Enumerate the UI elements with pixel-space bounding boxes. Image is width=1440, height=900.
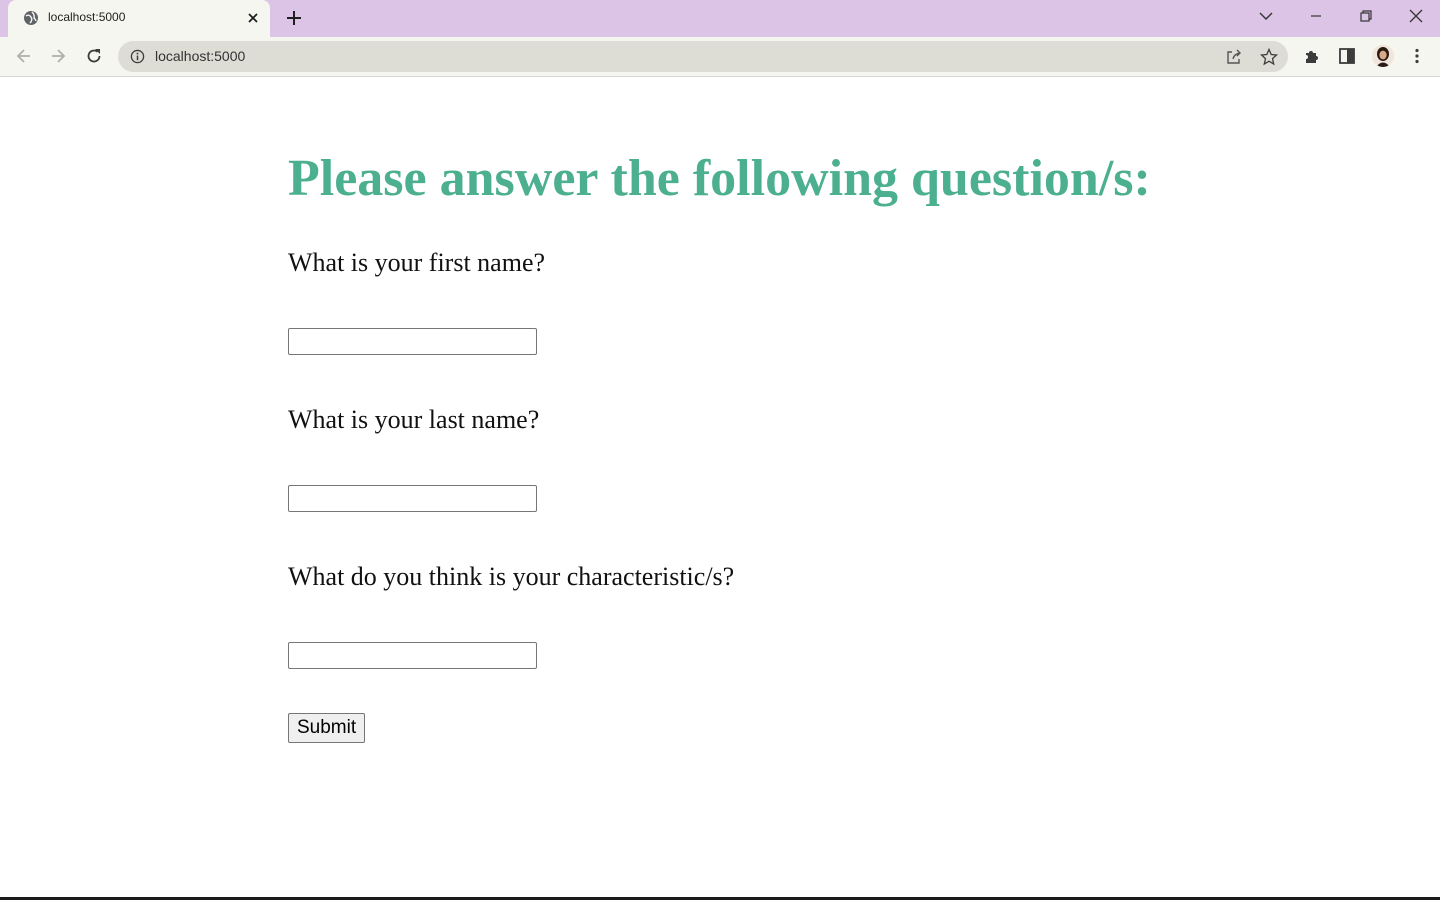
browser-title-bar: localhost:5000 — [0, 0, 1440, 37]
submit-button[interactable]: Submit — [288, 713, 366, 743]
reload-icon[interactable] — [84, 46, 104, 66]
restore-icon[interactable] — [1356, 6, 1376, 26]
last-name-input[interactable] — [288, 485, 537, 512]
globe-icon — [24, 11, 38, 25]
browser-toolbar: localhost:5000 — [0, 37, 1440, 77]
question-characteristic-label: What do you think is your characteristic… — [288, 562, 735, 591]
bookmark-star-icon[interactable] — [1260, 48, 1278, 66]
close-window-icon[interactable] — [1406, 6, 1426, 26]
kebab-menu-icon[interactable] — [1407, 46, 1427, 66]
tab-search-chevron-down-icon[interactable] — [1256, 6, 1276, 26]
site-info-icon[interactable] — [130, 49, 145, 64]
back-arrow-left-icon[interactable] — [14, 46, 34, 66]
extensions-puzzle-icon[interactable] — [1302, 46, 1322, 66]
forward-arrow-right-icon[interactable] — [48, 46, 68, 66]
characteristic-input[interactable] — [288, 642, 537, 669]
question-first-name-label: What is your first name? — [288, 248, 546, 277]
page-viewport: Please answer the following question/s: … — [0, 77, 1440, 898]
first-name-input[interactable] — [288, 328, 537, 355]
side-panel-icon[interactable] — [1337, 46, 1357, 66]
share-icon[interactable] — [1225, 48, 1243, 66]
tab-title: localhost:5000 — [48, 10, 126, 24]
new-tab-plus-icon[interactable] — [284, 8, 304, 28]
question-last-name-label: What is your last name? — [288, 405, 540, 434]
tab-close-icon[interactable] — [245, 10, 261, 26]
avatar[interactable] — [1372, 45, 1394, 67]
minimize-icon[interactable] — [1306, 6, 1326, 26]
page-title: Please answer the following question/s: — [288, 150, 1151, 207]
url-text[interactable]: localhost:5000 — [155, 48, 245, 64]
address-bar[interactable]: localhost:5000 — [118, 41, 1288, 72]
profile-photo-icon — [1372, 45, 1394, 67]
browser-tab[interactable]: localhost:5000 — [8, 0, 270, 37]
